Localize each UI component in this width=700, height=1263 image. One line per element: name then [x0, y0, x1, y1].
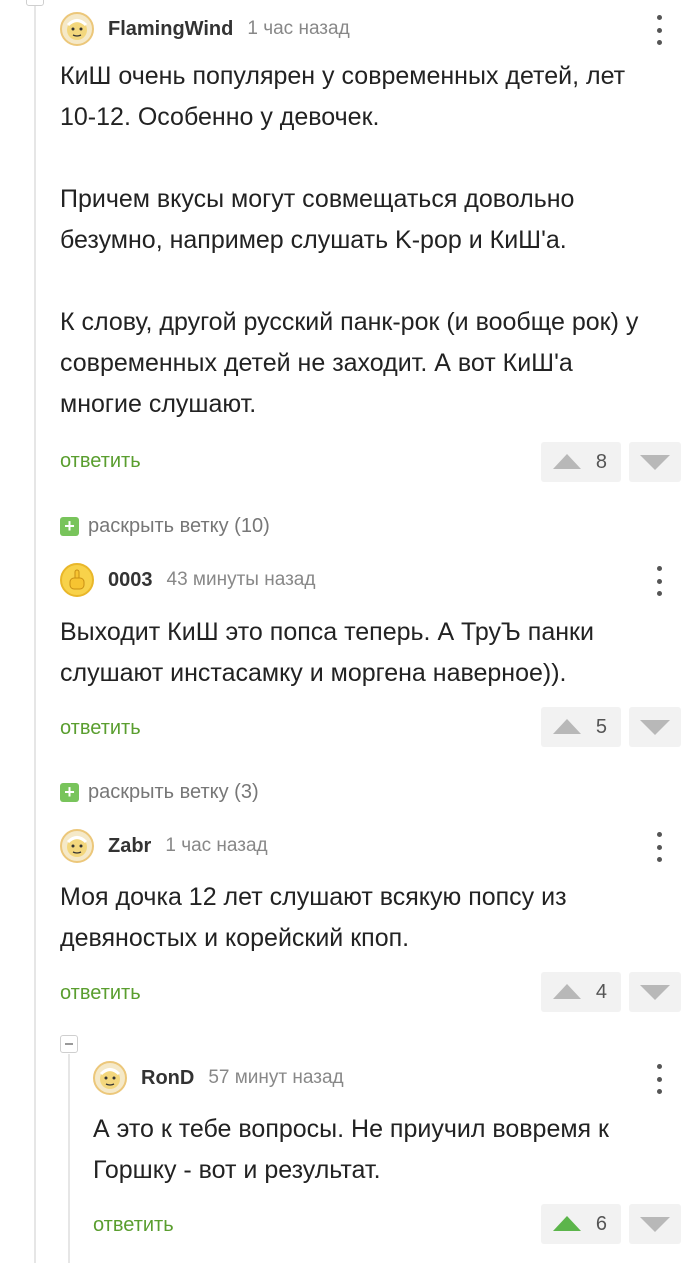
arrow-up-icon	[553, 719, 581, 734]
nested-thread-line	[68, 1054, 70, 1263]
comment-text: Выходит КиШ это попса теперь. А ТруЪ пан…	[60, 618, 594, 687]
comment-text: КиШ очень популярен у современных детей,…	[60, 62, 639, 418]
plus-icon: +	[60, 783, 79, 802]
expand-thread-label: раскрыть ветку (10)	[88, 515, 270, 537]
reply-button[interactable]: ответить	[60, 982, 141, 1005]
reply-button[interactable]: ответить	[60, 717, 141, 740]
downvote-button[interactable]	[629, 442, 681, 482]
username[interactable]: RonD	[141, 1067, 194, 1090]
arrow-up-icon	[553, 984, 581, 999]
collapse-thread-button[interactable]	[60, 1035, 78, 1053]
arrow-up-icon	[553, 1216, 581, 1231]
reply-button[interactable]: ответить	[93, 1214, 174, 1237]
avatar[interactable]	[60, 829, 94, 863]
timestamp[interactable]: 57 минут назад	[208, 1067, 343, 1089]
timestamp[interactable]: 43 минуты назад	[167, 569, 316, 591]
downvote-button[interactable]	[629, 707, 681, 747]
avatar[interactable]	[60, 563, 94, 597]
username[interactable]: FlamingWind	[108, 18, 233, 41]
avatar[interactable]	[93, 1061, 127, 1095]
downvote-button[interactable]	[629, 972, 681, 1012]
thread-line	[34, 0, 36, 1263]
comment-header: 0003 43 минуты назад	[60, 563, 315, 597]
arrow-down-icon	[640, 720, 670, 735]
comment-header: Zabr 1 час назад	[60, 829, 268, 863]
arrow-down-icon	[640, 1217, 670, 1232]
upvote-button[interactable]: 6	[541, 1204, 621, 1244]
arrow-down-icon	[640, 985, 670, 1000]
downvote-button[interactable]	[629, 1204, 681, 1244]
vote-count: 5	[595, 715, 607, 738]
username[interactable]: 0003	[108, 569, 153, 592]
avatar-face-icon	[99, 1068, 121, 1089]
expand-thread-button[interactable]: + раскрыть ветку (3)	[60, 781, 259, 804]
vote-count: 4	[595, 980, 607, 1003]
expand-thread-label: раскрыть ветку (3)	[88, 781, 259, 803]
more-vertical-icon[interactable]	[654, 566, 664, 596]
vote-count: 8	[595, 450, 607, 473]
comment-header: RonD 57 минут назад	[93, 1061, 344, 1095]
more-vertical-icon[interactable]	[654, 832, 664, 862]
upvote-button[interactable]: 5	[541, 707, 621, 747]
comment-header: FlamingWind 1 час назад	[60, 12, 350, 46]
avatar-hand-icon	[69, 569, 85, 590]
avatar[interactable]	[60, 12, 94, 46]
comment-text: Моя дочка 12 лет слушают всякую попсу из…	[60, 883, 567, 952]
timestamp[interactable]: 1 час назад	[165, 835, 267, 857]
more-vertical-icon[interactable]	[654, 1064, 664, 1094]
arrow-up-icon	[553, 454, 581, 469]
avatar-face-icon	[66, 19, 88, 40]
upvote-button[interactable]: 4	[541, 972, 621, 1012]
comment-text: А это к тебе вопросы. Не приучил вовремя…	[93, 1115, 609, 1184]
timestamp[interactable]: 1 час назад	[247, 18, 349, 40]
vote-count: 6	[595, 1212, 607, 1235]
collapse-icon[interactable]	[26, 0, 44, 6]
reply-button[interactable]: ответить	[60, 450, 141, 473]
expand-thread-button[interactable]: + раскрыть ветку (10)	[60, 515, 270, 538]
avatar-face-icon	[66, 836, 88, 857]
more-vertical-icon[interactable]	[654, 15, 664, 45]
username[interactable]: Zabr	[108, 835, 151, 858]
arrow-down-icon	[640, 455, 670, 470]
upvote-button[interactable]: 8	[541, 442, 621, 482]
plus-icon: +	[60, 517, 79, 536]
